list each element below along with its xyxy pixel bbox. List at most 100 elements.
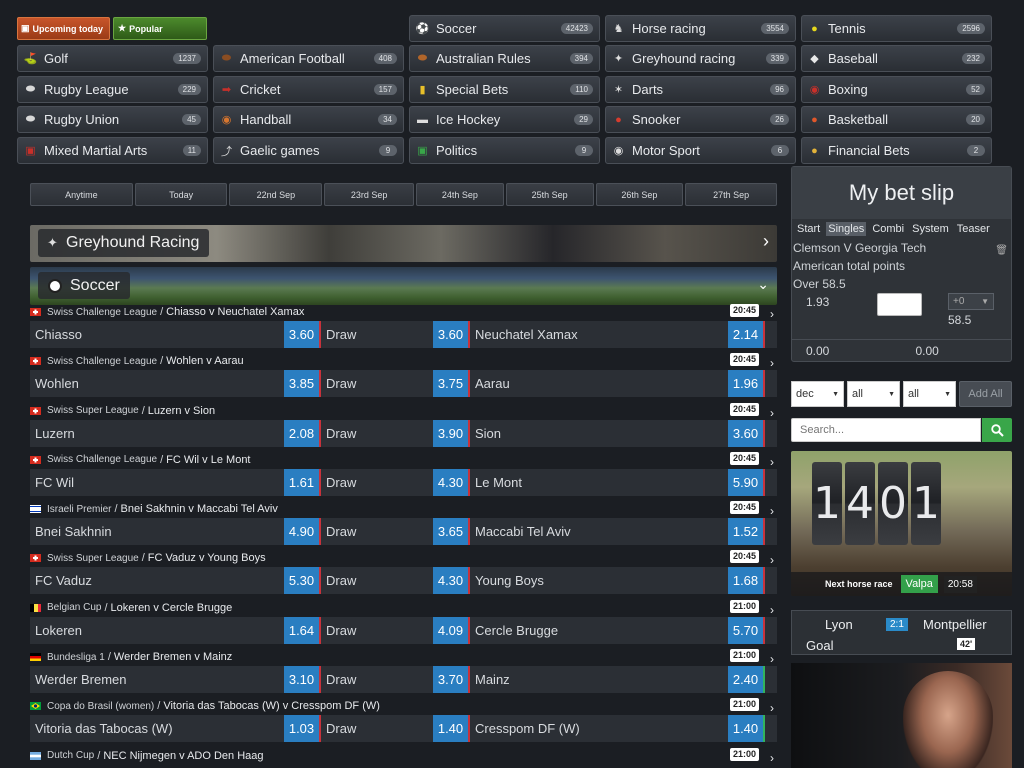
sport-button-cricket[interactable]: ➡ Cricket 157 [213,76,404,103]
match-header[interactable]: Swiss Challenge League / FC Wil v Le Mont 2… [30,451,777,469]
odds-format-select[interactable]: dec ▼ [791,381,844,407]
draw-odds-button[interactable]: 1.40 [433,715,470,743]
away-odds-button[interactable]: 5.90 [728,468,765,496]
bet-slip-tab[interactable]: Start [795,222,822,236]
soccer-banner[interactable]: Soccer ⌄ [30,267,777,305]
chevron-right-icon[interactable]: › [770,307,774,321]
away-odds-button[interactable]: 1.40 [728,715,765,743]
chevron-right-icon[interactable]: › [770,406,774,420]
away-odds-button[interactable]: 1.52 [728,518,765,546]
match-header[interactable]: Swiss Super League / FC Vaduz v Young Boys… [30,550,777,567]
draw-odds-button[interactable]: 4.30 [433,567,470,595]
draw-odds-button[interactable]: 3.65 [433,518,470,546]
match-header[interactable]: Israeli Premier / Bnei Sakhnin v Maccabi T… [30,501,777,518]
sport-button-golf[interactable]: ⛳ Golf 1237 [17,45,208,72]
chevron-right-icon[interactable]: › [770,751,774,765]
greyhound-racing-banner[interactable]: ✦ Greyhound Racing › [30,225,777,262]
sport-button-financial-bets[interactable]: ● Financial Bets 2 [801,137,992,164]
away-odds-button[interactable]: 1.96 [728,370,765,398]
home-odds-button[interactable]: 3.60 [284,321,321,348]
sport-button-american-football[interactable]: ⬬ American Football 408 [213,45,404,72]
away-odds-button[interactable]: 2.14 [728,321,765,348]
away-odds-button[interactable]: 5.70 [728,616,765,644]
live-score-widget[interactable]: Lyon 2:1 Montpellier Goal 42' [791,610,1012,655]
match-header[interactable]: Belgian Cup / Lokeren v Cercle Brugge 21:00… [30,599,777,617]
date-tab[interactable]: 22nd Sep [229,183,323,206]
race-venue-button[interactable]: Valpa [900,575,938,593]
date-tab[interactable]: 26th Sep [595,183,684,206]
sport-button-tennis[interactable]: ● Tennis 2596 [801,15,992,42]
chevron-right-icon[interactable]: › [770,553,774,567]
match-header[interactable]: Swiss Super League / Luzern v Sion 20:45 › [30,402,777,420]
match-header[interactable]: Dutch Cup / NEC Nijmegen v ADO Den Haag 21:… [30,747,777,765]
promo-banner-image[interactable] [791,663,1012,768]
home-odds-button[interactable]: 4.90 [284,518,321,546]
match-header[interactable]: Bundesliga 1/Werder Bremen v Mainz 21:00 › [30,649,777,666]
sport-button-basketball[interactable]: ● Basketball 20 [801,106,992,133]
draw-odds-button[interactable]: 3.60 [433,321,470,348]
chevron-down-icon[interactable]: ⌄ [757,276,769,293]
draw-odds-button[interactable]: 4.30 [433,468,470,496]
date-tab[interactable]: Anytime [30,183,133,206]
home-odds-button[interactable]: 1.61 [284,468,321,496]
sport-button-greyhound-racing[interactable]: ✦ Greyhound racing 339 [605,45,796,72]
home-odds-button[interactable]: 3.10 [284,666,321,694]
bet-slip-tab[interactable]: Singles [826,222,867,236]
bet-slip-tab[interactable]: System [910,222,951,236]
sport-button-horse-racing[interactable]: ♞ Horse racing 3554 [605,15,796,42]
sport-button-mixed-martial-arts[interactable]: ▣ Mixed Martial Arts 11 [17,137,208,164]
chevron-right-icon[interactable]: › [770,652,774,666]
match-header[interactable]: Swiss Challenge League / Chiasso v Neuchat… [30,304,777,321]
sport-button-handball[interactable]: ◉ Handball 34 [213,106,404,133]
draw-odds-button[interactable]: 3.70 [433,666,470,694]
date-tab[interactable]: Today [134,183,228,206]
home-odds-button[interactable]: 2.08 [284,419,321,447]
sport-button-snooker[interactable]: ● Snooker 26 [605,106,796,133]
chevron-right-icon[interactable]: › [770,701,774,715]
line-adjust-select[interactable]: +0 ▼ [948,293,994,310]
next-horse-race-widget[interactable]: 1 4 0 1 Next horse race Valpa 20:58 [791,451,1012,596]
filter-select-2[interactable]: all ▼ [903,381,956,407]
chevron-right-icon[interactable]: › [770,504,774,518]
date-tab[interactable]: 23rd Sep [324,183,414,206]
add-all-button[interactable]: Add All [959,381,1012,407]
sport-button-darts[interactable]: ✶ Darts 96 [605,76,796,103]
home-odds-button[interactable]: 5.30 [284,567,321,595]
search-button[interactable] [982,418,1012,442]
match-header[interactable]: Copa do Brasil (women) / Vitoria das Taboc… [30,698,777,715]
popular-button[interactable]: ★ Popular [113,17,207,40]
draw-odds-button[interactable]: 4.09 [433,616,470,644]
sport-button-politics[interactable]: ▣ Politics 9 [409,137,600,164]
sport-button-motor-sport[interactable]: ◉ Motor Sport 6 [605,137,796,164]
sport-button-boxing[interactable]: ◉ Boxing 52 [801,76,992,103]
chevron-right-icon[interactable]: › [770,603,774,617]
sport-button-baseball[interactable]: ◆ Baseball 232 [801,45,992,72]
home-odds-button[interactable]: 1.64 [284,616,321,644]
match-header[interactable]: Swiss Challenge League / Wohlen v Aarau 20:… [30,353,777,370]
sport-button-gaelic-games[interactable]: ⤴ Gaelic games 9 [213,137,404,164]
upcoming-today-button[interactable]: ▣ Upcoming today [17,17,110,40]
chevron-right-icon[interactable]: › [770,455,774,469]
away-odds-button[interactable]: 3.60 [728,419,765,447]
chevron-right-icon[interactable]: › [763,231,769,252]
bet-slip-tab[interactable]: Combi [870,222,906,236]
sport-button-australian-rules[interactable]: ⬬ Australian Rules 394 [409,45,600,72]
search-input[interactable] [791,418,981,442]
sport-button-ice-hockey[interactable]: ▬ Ice Hockey 29 [409,106,600,133]
sport-button-special-bets[interactable]: ▮ Special Bets 110 [409,76,600,103]
sport-button-rugby-union[interactable]: ⬬ Rugby Union 45 [17,106,208,133]
home-odds-button[interactable]: 3.85 [284,370,321,398]
home-odds-button[interactable]: 1.03 [284,715,321,743]
chevron-right-icon[interactable]: › [770,356,774,370]
away-odds-button[interactable]: 2.40 [728,666,765,694]
bet-slip-tab[interactable]: Teaser [955,222,992,236]
sport-button-rugby-league[interactable]: ⬬ Rugby League 229 [17,76,208,103]
date-tab[interactable]: 27th Sep [685,183,778,206]
date-tab[interactable]: 24th Sep [415,183,504,206]
date-tab[interactable]: 25th Sep [505,183,594,206]
away-odds-button[interactable]: 1.68 [728,567,765,595]
draw-odds-button[interactable]: 3.90 [433,419,470,447]
sport-button-soccer[interactable]: ⚽ Soccer 42423 [409,15,600,42]
draw-odds-button[interactable]: 3.75 [433,370,470,398]
stake-input[interactable] [877,293,922,316]
